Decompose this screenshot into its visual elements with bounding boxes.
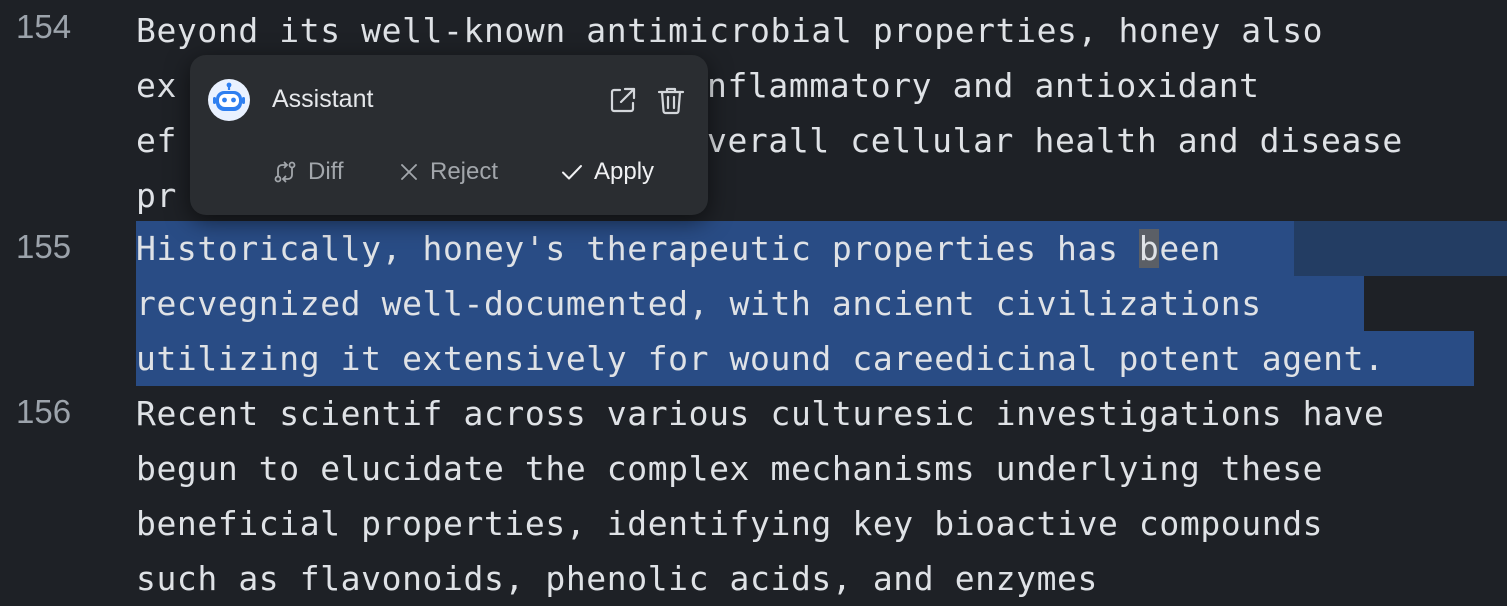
apply-button[interactable]: Apply	[560, 152, 654, 192]
diff-button[interactable]: Diff	[272, 152, 344, 192]
close-icon	[398, 161, 420, 183]
code-line[interactable]: ef	[136, 113, 177, 168]
popup-title: Assistant	[272, 85, 374, 113]
code-line-continued[interactable]: verall cellular health and disease	[707, 113, 1403, 168]
code-line[interactable]: pr	[136, 168, 177, 223]
assistant-popup: Assistant Diff Reject Apply	[190, 55, 708, 215]
reject-label: Reject	[430, 158, 499, 185]
diff-icon	[272, 159, 298, 185]
code-line[interactable]: Recent scientif across various culturesi…	[136, 386, 1385, 441]
open-external-icon[interactable]	[606, 83, 640, 117]
diff-label: Diff	[308, 158, 344, 185]
line-number-155: 155	[16, 228, 72, 265]
code-line-selected[interactable]: Historically, honey's therapeutic proper…	[136, 221, 1221, 276]
line-number-156: 156	[16, 393, 72, 430]
code-line[interactable]: begun to elucidate the complex mechanism…	[136, 441, 1323, 496]
apply-label: Apply	[594, 158, 655, 185]
code-text: een	[1159, 229, 1221, 268]
code-line-selected[interactable]: utilizing it extensively for wound caree…	[136, 331, 1385, 386]
code-line[interactable]: beneficial properties, identifying key b…	[136, 496, 1323, 551]
trash-icon[interactable]	[654, 83, 688, 117]
code-line[interactable]: Beyond its well-known antimicrobial prop…	[136, 3, 1323, 58]
code-line-selected[interactable]: recvegnized well-documented, with ancien…	[136, 276, 1262, 331]
check-icon	[560, 160, 584, 184]
reject-button[interactable]: Reject	[398, 152, 498, 192]
code-line-continued[interactable]: nflammatory and antioxidant	[707, 58, 1260, 113]
text-cursor: b	[1138, 229, 1160, 268]
robot-icon	[208, 79, 250, 121]
code-line[interactable]: ex	[136, 58, 177, 113]
code-text: Historically, honey's therapeutic proper…	[136, 229, 1139, 268]
line-number-154: 154	[16, 8, 72, 45]
code-line[interactable]: such as flavonoids, phenolic acids, and …	[136, 551, 1098, 606]
